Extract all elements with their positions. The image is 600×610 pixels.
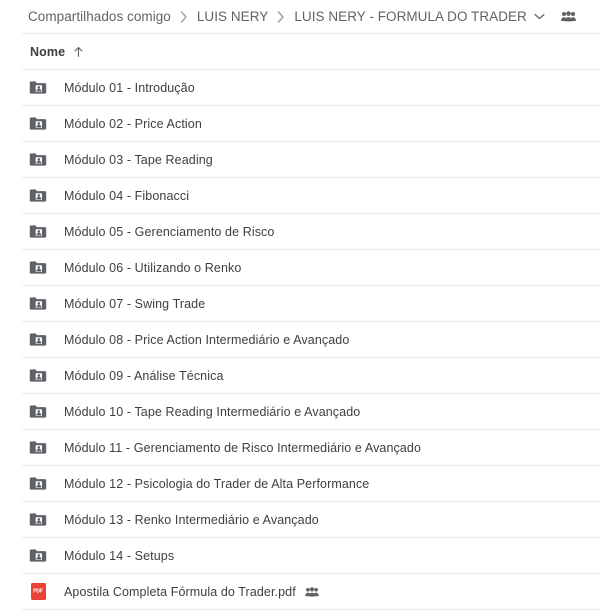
chevron-right-icon xyxy=(277,10,285,23)
file-row[interactable]: Módulo 05 - Gerenciamento de Risco xyxy=(0,214,600,249)
column-header-name[interactable]: Nome xyxy=(30,45,65,59)
drive-file-listing-page: Compartilhados comigo LUIS NERY LUIS NER… xyxy=(0,0,600,610)
chevron-down-icon[interactable] xyxy=(534,13,545,20)
file-name[interactable]: Módulo 12 - Psicologia do Trader de Alta… xyxy=(64,475,369,493)
file-name[interactable]: Módulo 02 - Price Action xyxy=(64,115,202,133)
file-row[interactable]: Módulo 08 - Price Action Intermediário e… xyxy=(0,322,600,357)
breadcrumb-item-luis-nery[interactable]: LUIS NERY xyxy=(197,8,268,26)
file-row[interactable]: Módulo 03 - Tape Reading xyxy=(0,142,600,177)
column-header-row: Nome xyxy=(0,34,600,69)
shared-folder-icon xyxy=(28,294,48,314)
shared-folder-icon xyxy=(28,402,48,422)
breadcrumb: Compartilhados comigo LUIS NERY LUIS NER… xyxy=(0,0,600,33)
shared-folder-icon xyxy=(28,258,48,278)
shared-folder-icon xyxy=(28,114,48,134)
file-name[interactable]: Módulo 07 - Swing Trade xyxy=(64,295,205,313)
pdf-badge-label: PDF xyxy=(33,588,43,595)
file-row[interactable]: Módulo 13 - Renko Intermediário e Avança… xyxy=(0,502,600,537)
file-row[interactable]: Módulo 07 - Swing Trade xyxy=(0,286,600,321)
shared-folder-icon xyxy=(28,510,48,530)
file-name[interactable]: Módulo 03 - Tape Reading xyxy=(64,151,213,169)
shared-folder-icon xyxy=(28,366,48,386)
file-name[interactable]: Módulo 14 - Setups xyxy=(64,547,174,565)
file-name[interactable]: Módulo 13 - Renko Intermediário e Avança… xyxy=(64,511,319,529)
shared-folder-icon xyxy=(28,78,48,98)
arrow-up-icon[interactable] xyxy=(73,46,84,58)
file-name[interactable]: Módulo 04 - Fibonacci xyxy=(64,187,189,205)
file-name[interactable]: Módulo 11 - Gerenciamento de Risco Inter… xyxy=(64,439,421,457)
shared-folder-icon xyxy=(28,186,48,206)
file-row[interactable]: Módulo 12 - Psicologia do Trader de Alta… xyxy=(0,466,600,501)
shared-folder-icon xyxy=(28,438,48,458)
file-name[interactable]: Módulo 08 - Price Action Intermediário e… xyxy=(64,331,349,349)
file-name[interactable]: Módulo 01 - Introdução xyxy=(64,79,195,97)
file-name[interactable]: Módulo 05 - Gerenciamento de Risco xyxy=(64,223,274,241)
file-row[interactable]: Módulo 01 - Introdução xyxy=(0,70,600,105)
pdf-badge: PDF xyxy=(30,583,46,600)
breadcrumb-item-current-folder[interactable]: LUIS NERY - FORMULA DO TRADER xyxy=(294,8,527,26)
shared-folder-icon xyxy=(28,222,48,242)
people-shared-icon xyxy=(304,586,319,597)
file-name[interactable]: Módulo 10 - Tape Reading Intermediário e… xyxy=(64,403,360,421)
file-row[interactable]: Módulo 10 - Tape Reading Intermediário e… xyxy=(0,394,600,429)
file-row[interactable]: Módulo 11 - Gerenciamento de Risco Inter… xyxy=(0,430,600,465)
shared-folder-icon xyxy=(28,474,48,494)
file-row[interactable]: Módulo 14 - Setups xyxy=(0,538,600,573)
file-list: Módulo 01 - Introdução Módulo 02 - Price … xyxy=(0,70,600,610)
file-row[interactable]: PDF Apostila Completa Fórmula do Trader.p… xyxy=(0,574,600,609)
people-shared-icon xyxy=(560,11,576,22)
file-row[interactable]: Módulo 09 - Análise Técnica xyxy=(0,358,600,393)
pdf-file-icon: PDF xyxy=(28,582,48,602)
file-row[interactable]: Módulo 06 - Utilizando o Renko xyxy=(0,250,600,285)
file-name[interactable]: Módulo 09 - Análise Técnica xyxy=(64,367,224,385)
breadcrumb-item-shared-with-me[interactable]: Compartilhados comigo xyxy=(28,8,171,26)
shared-folder-icon xyxy=(28,150,48,170)
file-row[interactable]: Módulo 04 - Fibonacci xyxy=(0,178,600,213)
chevron-right-icon xyxy=(180,10,188,23)
shared-folder-icon xyxy=(28,546,48,566)
shared-folder-icon xyxy=(28,330,48,350)
file-name[interactable]: Módulo 06 - Utilizando o Renko xyxy=(64,259,241,277)
file-row[interactable]: Módulo 02 - Price Action xyxy=(0,106,600,141)
